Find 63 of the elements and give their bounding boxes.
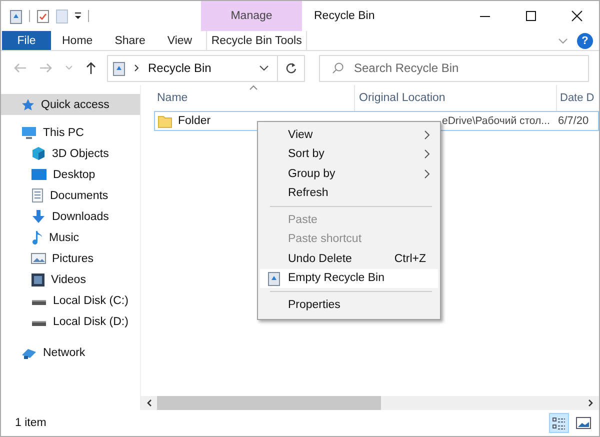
sidebar-item[interactable]: Videos xyxy=(1,269,140,290)
folder-icon xyxy=(158,114,172,128)
contextual-tab-header: Manage xyxy=(201,1,302,31)
star-icon xyxy=(21,98,35,112)
address-bar[interactable]: Recycle Bin xyxy=(107,54,278,82)
table-cell-text: eDrive\Рабочий стол... xyxy=(441,115,551,127)
desktop-icon xyxy=(31,168,47,181)
help-button[interactable]: ? xyxy=(577,32,593,48)
item-count: 1 item xyxy=(15,417,46,429)
document-icon xyxy=(31,188,44,203)
menu-item[interactable]: Group by xyxy=(260,164,438,184)
chevron-right-icon xyxy=(134,64,140,72)
film-icon xyxy=(31,272,45,286)
address-path: Recycle Bin xyxy=(148,61,212,75)
menu-item[interactable]: Sort by xyxy=(260,144,438,164)
window-title: Recycle Bin xyxy=(313,9,376,24)
table-cell-text: 6/7/20 xyxy=(557,115,589,127)
chevron-down-icon[interactable] xyxy=(259,64,269,72)
ribbon-tab[interactable]: File xyxy=(2,31,51,50)
recycle-bin-icon xyxy=(112,60,126,76)
sidebar-item[interactable]: Documents xyxy=(1,185,140,206)
table-cell: Folder xyxy=(178,115,211,127)
sidebar-item[interactable]: Downloads xyxy=(1,206,140,227)
sidebar-item[interactable]: 3D Objects xyxy=(1,143,140,164)
column-header[interactable]: Name xyxy=(141,85,354,111)
down-arrow-icon xyxy=(31,209,46,224)
dropdown-icon[interactable] xyxy=(74,11,82,21)
scroll-right-icon[interactable] xyxy=(588,399,594,407)
sidebar-item[interactable]: Music xyxy=(1,227,140,248)
ribbon-tab[interactable]: Recycle Bin Tools xyxy=(206,31,308,50)
column-header[interactable]: Date D xyxy=(556,85,594,111)
refresh-button[interactable] xyxy=(278,54,305,82)
cube-icon xyxy=(31,146,46,161)
menu-item[interactable]: Empty Recycle Bin xyxy=(260,268,438,288)
horizontal-scrollbar[interactable] xyxy=(141,396,599,410)
ribbon-tab[interactable]: Home xyxy=(51,31,104,50)
sidebar-item[interactable]: This PC xyxy=(1,122,140,143)
maximize-icon[interactable] xyxy=(525,10,537,22)
sidebar-item[interactable]: Local Disk (C:) xyxy=(1,290,140,311)
pictures-icon xyxy=(31,252,46,265)
recycle-bin-icon xyxy=(267,270,281,286)
sidebar-item[interactable]: Pictures xyxy=(1,248,140,269)
up-icon[interactable] xyxy=(85,61,97,75)
ribbon-tab[interactable]: View xyxy=(156,31,204,50)
scroll-left-icon[interactable] xyxy=(146,399,152,407)
monitor-icon xyxy=(21,126,37,140)
sidebar-item[interactable]: Network xyxy=(1,342,140,363)
close-icon[interactable] xyxy=(571,10,583,22)
sidebar-item[interactable]: Quick access xyxy=(1,94,140,115)
sidebar-item[interactable]: Local Disk (D:) xyxy=(1,311,140,332)
sidebar-item[interactable]: Desktop xyxy=(1,164,140,185)
refresh-icon xyxy=(285,62,297,74)
search-field[interactable]: Search Recycle Bin xyxy=(319,54,589,82)
column-header[interactable]: Original Location xyxy=(354,85,556,111)
ribbon-tab[interactable]: Share xyxy=(104,31,156,50)
search-icon xyxy=(332,62,344,74)
menu-item[interactable]: Undo Delete Ctrl+Z xyxy=(260,249,438,268)
music-note-icon xyxy=(31,230,43,245)
menu-item[interactable]: Properties xyxy=(260,295,438,314)
menu-item[interactable]: Refresh xyxy=(260,184,438,203)
recycle-bin-icon xyxy=(9,8,23,24)
properties-icon[interactable] xyxy=(36,8,50,24)
details-view-button[interactable] xyxy=(549,413,569,433)
